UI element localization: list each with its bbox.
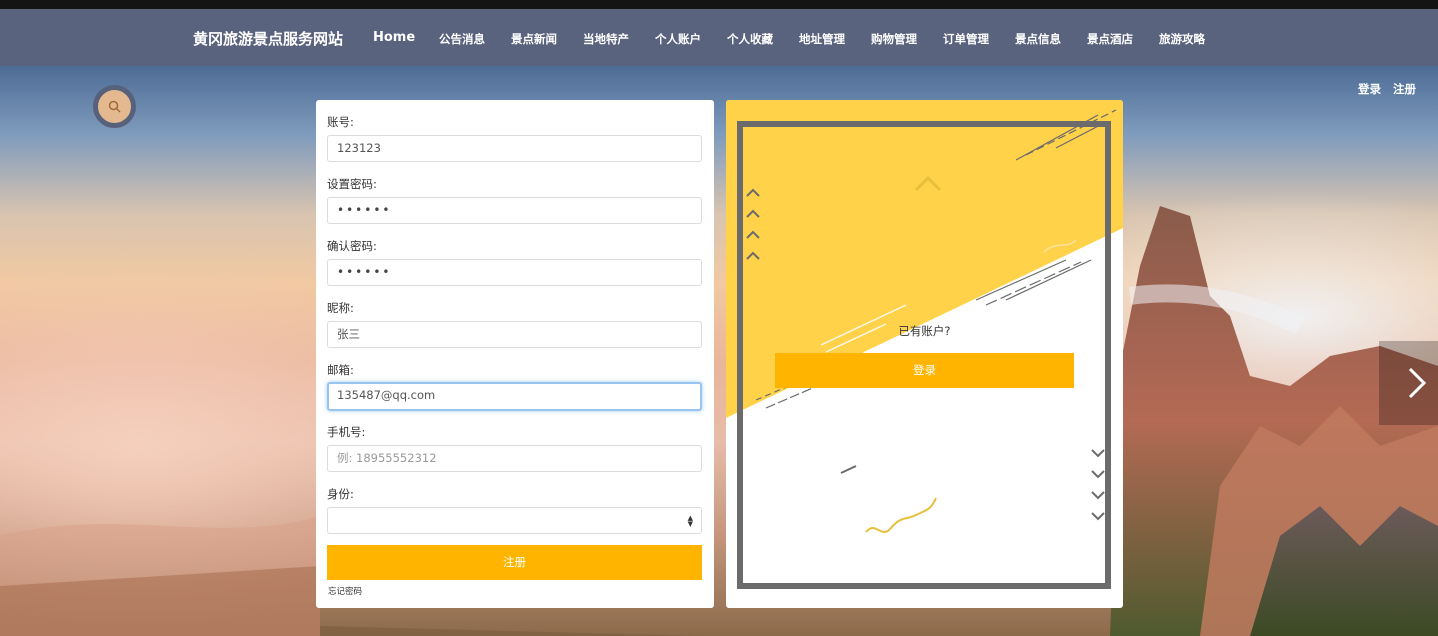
register-link[interactable]: 注册: [1393, 81, 1416, 97]
top-navbar: 黄冈旅游景点服务网站 Home 公告消息 景点新闻 当地特产 个人账户 个人收藏…: [0, 9, 1438, 66]
nav-item-notices[interactable]: 公告消息: [439, 31, 485, 47]
have-account-text: 已有账户?: [898, 324, 951, 338]
account-input[interactable]: 123123: [327, 135, 702, 162]
go-login-button[interactable]: 登录: [775, 353, 1074, 388]
select-arrows-icon: ▲ ▼: [687, 514, 693, 528]
register-submit-button[interactable]: 注册: [327, 545, 702, 580]
nav-item-order-management[interactable]: 订单管理: [943, 31, 989, 47]
chevron-right-icon: [1408, 367, 1427, 399]
background-scenery: [0, 66, 1438, 636]
nav-home[interactable]: Home: [373, 30, 415, 45]
email-label: 邮箱:: [327, 363, 354, 377]
identity-select[interactable]: ▲ ▼: [327, 507, 702, 534]
mountain-illustration: [0, 206, 1438, 636]
confirm-password-label: 确认密码:: [327, 239, 377, 253]
nav-item-shopping-management[interactable]: 购物管理: [871, 31, 917, 47]
email-input[interactable]: 135487@qq.com: [327, 382, 702, 411]
forgot-password-link[interactable]: 忘记密码: [328, 585, 362, 597]
nav-item-local-specialties[interactable]: 当地特产: [583, 31, 629, 47]
identity-label: 身份:: [327, 487, 354, 501]
phone-label: 手机号:: [327, 425, 366, 439]
nickname-input[interactable]: 张三: [327, 321, 702, 348]
nav-item-attraction-news[interactable]: 景点新闻: [511, 31, 557, 47]
confirm-password-input[interactable]: ••••••: [327, 259, 702, 286]
site-brand[interactable]: 黄冈旅游景点服务网站: [193, 28, 343, 49]
password-label: 设置密码:: [327, 177, 377, 191]
search-icon: [108, 100, 121, 113]
nav-item-travel-guides[interactable]: 旅游攻略: [1159, 31, 1205, 47]
search-button[interactable]: [93, 85, 136, 128]
nav-item-favorites[interactable]: 个人收藏: [727, 31, 773, 47]
nav-item-attraction-hotels[interactable]: 景点酒店: [1087, 31, 1133, 47]
nav-item-attraction-info[interactable]: 景点信息: [1015, 31, 1061, 47]
nav-item-personal-account[interactable]: 个人账户: [655, 31, 701, 47]
login-link[interactable]: 登录: [1358, 81, 1381, 97]
account-label: 账号:: [327, 115, 354, 129]
login-prompt-panel: 已有账户? 登录: [726, 100, 1123, 608]
window-top-strip: [0, 0, 1438, 9]
register-form: 账号: 123123 设置密码: •••••• 确认密码: •••••• 昵称:…: [316, 100, 714, 608]
nav-item-address-management[interactable]: 地址管理: [799, 31, 845, 47]
carousel-next-button[interactable]: [1379, 341, 1438, 425]
nickname-label: 昵称:: [327, 301, 354, 315]
phone-input[interactable]: 例: 18955552312: [327, 445, 702, 472]
password-input[interactable]: ••••••: [327, 197, 702, 224]
